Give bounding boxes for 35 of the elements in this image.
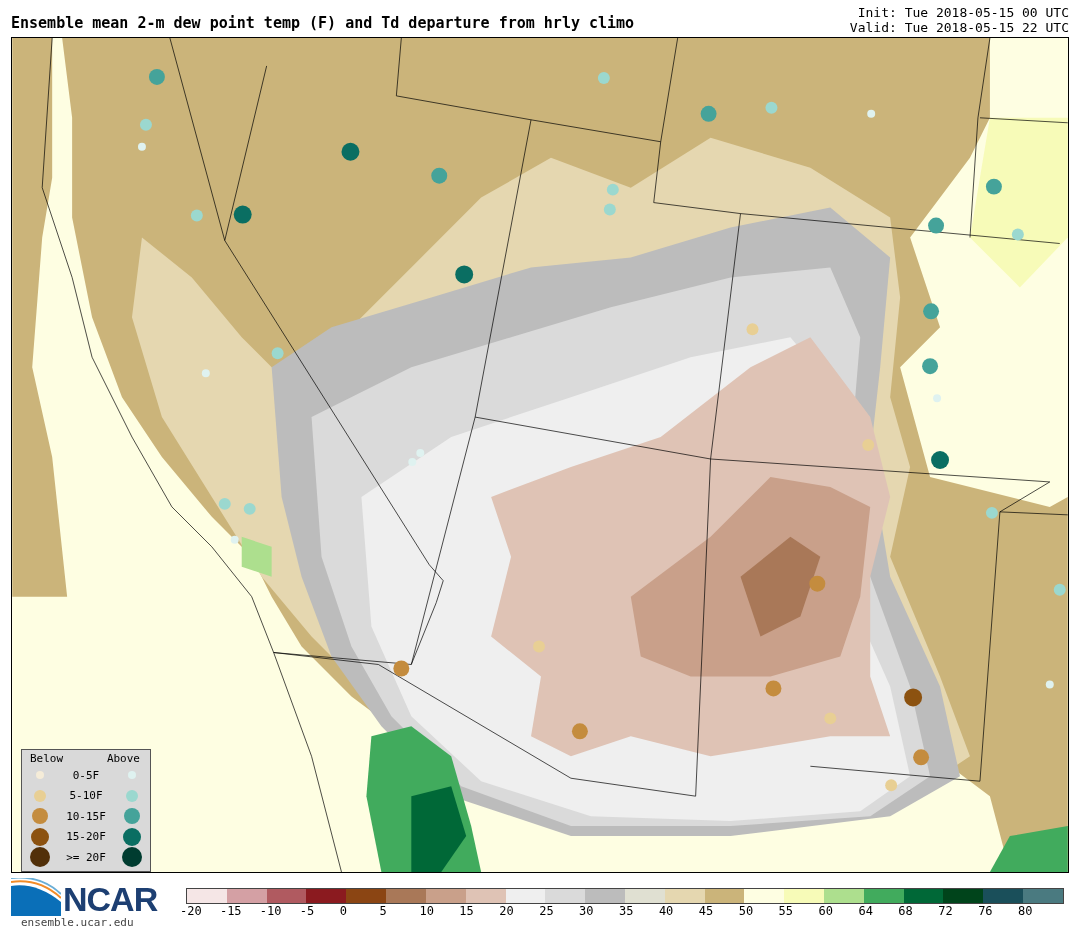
- legend-label: 10-15F: [65, 809, 107, 823]
- scale-tick-label: 60: [818, 904, 834, 918]
- scale-tick-label: 35: [618, 904, 635, 918]
- site-address: ensemble.ucar.edu: [20, 916, 135, 929]
- scale-tick-label: 10: [419, 904, 435, 918]
- scale-tick-label: 72: [938, 904, 954, 918]
- scale-tick-label: 45: [698, 904, 715, 918]
- legend-label: 15-20F: [65, 830, 107, 844]
- scale-tick-label: 80: [1018, 904, 1034, 918]
- scale-tick-label: 68: [898, 904, 914, 918]
- scale-tick-label: 5: [379, 904, 388, 918]
- scale-tick-label: -15: [219, 904, 243, 918]
- valid-time: Valid: Tue 2018-05-15 22 UTC: [849, 20, 1069, 35]
- legend-label: 0-5F: [71, 768, 101, 782]
- scale-tick-label: 30: [579, 904, 595, 918]
- scale-tick-label: 20: [499, 904, 515, 918]
- legend-header: Above: [106, 752, 140, 765]
- scale-tick-label: 64: [858, 904, 874, 918]
- scale-tick-label: -5: [299, 904, 316, 918]
- scale-tick-label: 55: [778, 904, 795, 918]
- logo-wordmark: NCAR: [63, 882, 158, 916]
- chart-title: Ensemble mean 2-m dew point temp (F) and Td departure from hrly climo: [11, 14, 635, 34]
- legend-label: 5-10F: [68, 789, 104, 803]
- legend-header: Below: [30, 752, 64, 765]
- scale-tick-label: 15: [459, 904, 475, 918]
- swoosh-logo-icon: [11, 878, 61, 916]
- scale-tick-label: 76: [978, 904, 994, 918]
- scale-tick-label: 25: [539, 904, 555, 918]
- scale-tick-label: 40: [658, 904, 675, 918]
- init-time: Init: Tue 2018-05-15 00 UTC: [857, 5, 1069, 20]
- scale-tick-label: -10: [259, 904, 283, 918]
- scale-tick-label: 50: [738, 904, 755, 918]
- scale-tick-label: 0: [339, 904, 348, 918]
- legend-label: >= 20F: [65, 850, 107, 864]
- scale-tick-label: -20: [180, 904, 203, 918]
